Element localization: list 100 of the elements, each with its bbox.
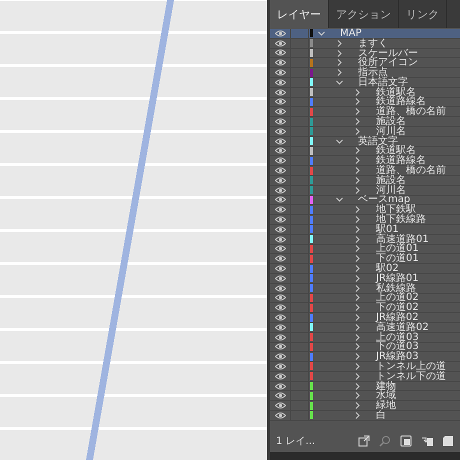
eye-icon[interactable]: [274, 245, 286, 252]
layer-row[interactable]: JR線路01: [270, 274, 460, 284]
eye-icon[interactable]: [274, 236, 286, 243]
layer-row[interactable]: 建物: [270, 382, 460, 392]
layer-row[interactable]: 施設名: [270, 117, 460, 127]
layer-row[interactable]: 下の道02: [270, 303, 460, 314]
eye-icon[interactable]: [274, 78, 286, 86]
eye-icon[interactable]: [274, 206, 286, 214]
chevron-right-icon[interactable]: [354, 304, 361, 312]
eye-icon[interactable]: [274, 108, 286, 116]
layer-row[interactable]: JR線路03: [270, 352, 460, 362]
layer-row[interactable]: 下の道01: [270, 254, 460, 264]
eye-icon[interactable]: [274, 353, 286, 360]
layer-row[interactable]: スケールバー: [270, 48, 460, 58]
chevron-right-icon[interactable]: [354, 128, 361, 135]
eye-icon[interactable]: [274, 138, 286, 145]
eye-icon[interactable]: [274, 343, 286, 350]
chevron-right-icon[interactable]: [354, 226, 361, 233]
chevron-right-icon[interactable]: [354, 255, 361, 262]
chevron-right-icon[interactable]: [354, 176, 361, 184]
eye-icon[interactable]: [274, 392, 286, 400]
chevron-right-icon[interactable]: [336, 50, 343, 56]
chevron-right-icon[interactable]: [354, 236, 361, 243]
chevron-right-icon[interactable]: [354, 118, 361, 126]
eye-icon[interactable]: [274, 255, 286, 262]
chevron-right-icon[interactable]: [354, 265, 361, 272]
chevron-right-icon[interactable]: [354, 284, 361, 292]
chevron-right-icon[interactable]: [354, 314, 361, 322]
eye-icon[interactable]: [274, 147, 286, 154]
eye-icon[interactable]: [274, 402, 286, 410]
eye-icon[interactable]: [274, 196, 286, 204]
eye-icon[interactable]: [274, 167, 286, 174]
layer-row[interactable]: 指示点: [270, 68, 460, 78]
chevron-right-icon[interactable]: [336, 40, 343, 47]
layer-row[interactable]: ますく: [270, 38, 460, 49]
chevron-down-icon[interactable]: [336, 196, 343, 204]
export-icon[interactable]: [358, 435, 370, 447]
move-layer-icon[interactable]: [421, 435, 433, 447]
eye-icon[interactable]: [274, 176, 286, 184]
layer-row[interactable]: 高速道路02: [270, 322, 460, 333]
chevron-right-icon[interactable]: [354, 88, 361, 96]
layer-row[interactable]: 上の道01: [270, 244, 460, 254]
chevron-right-icon[interactable]: [354, 402, 361, 410]
chevron-right-icon[interactable]: [354, 392, 361, 400]
eye-icon[interactable]: [274, 88, 286, 96]
chevron-right-icon[interactable]: [336, 59, 343, 66]
chevron-right-icon[interactable]: [354, 363, 361, 370]
chevron-right-icon[interactable]: [354, 294, 361, 302]
layer-row[interactable]: 日本語文字: [270, 78, 460, 88]
eye-icon[interactable]: [274, 304, 286, 312]
chevron-right-icon[interactable]: [354, 216, 361, 224]
chevron-right-icon[interactable]: [354, 274, 361, 282]
layer-row[interactable]: 白: [270, 411, 460, 421]
eye-icon[interactable]: [274, 324, 286, 331]
eye-icon[interactable]: [274, 294, 286, 302]
chevron-right-icon[interactable]: [354, 157, 361, 164]
eye-icon[interactable]: [274, 128, 286, 135]
chevron-right-icon[interactable]: [354, 343, 361, 350]
chevron-right-icon[interactable]: [354, 412, 361, 419]
eye-icon[interactable]: [274, 40, 286, 47]
layer-row[interactable]: 緑地: [270, 401, 460, 412]
eye-icon[interactable]: [274, 412, 286, 419]
chevron-right-icon[interactable]: [354, 147, 361, 154]
chevron-right-icon[interactable]: [354, 98, 361, 106]
layer-row[interactable]: 駅02: [270, 264, 460, 274]
eye-icon[interactable]: [274, 118, 286, 126]
eye-icon[interactable]: [274, 186, 286, 194]
layer-row[interactable]: 私鉄線路: [270, 284, 460, 294]
chevron-right-icon[interactable]: [354, 334, 361, 341]
layer-row[interactable]: トンネル下の道: [270, 372, 460, 382]
eye-icon[interactable]: [274, 226, 286, 233]
chevron-right-icon[interactable]: [354, 372, 361, 380]
eye-icon[interactable]: [274, 265, 286, 272]
chevron-down-icon[interactable]: [336, 78, 343, 86]
eye-icon[interactable]: [274, 216, 286, 224]
layer-row[interactable]: 上の道03: [270, 332, 460, 342]
layer-row[interactable]: 鉄道路線名: [270, 156, 460, 166]
chevron-right-icon[interactable]: [354, 324, 361, 331]
layer-row[interactable]: 鉄道路線名: [270, 98, 460, 108]
chevron-right-icon[interactable]: [354, 206, 361, 214]
panel-tab[interactable]: レイヤー: [270, 0, 329, 28]
chevron-right-icon[interactable]: [354, 382, 361, 390]
eye-icon[interactable]: [274, 30, 286, 37]
eye-icon[interactable]: [274, 274, 286, 282]
chevron-right-icon[interactable]: [354, 353, 361, 360]
eye-icon[interactable]: [274, 59, 286, 66]
layer-row[interactable]: 鉄道駅名: [270, 146, 460, 156]
eye-icon[interactable]: [274, 382, 286, 390]
layer-row[interactable]: 施設名: [270, 176, 460, 186]
eye-icon[interactable]: [274, 362, 286, 370]
layer-row[interactable]: 水域: [270, 391, 460, 402]
layer-row[interactable]: 上の道02: [270, 294, 460, 304]
chevron-right-icon[interactable]: [354, 108, 361, 116]
eye-icon[interactable]: [274, 314, 286, 321]
layer-row[interactable]: トンネル上の道: [270, 362, 460, 372]
layer-row[interactable]: 下の道03: [270, 342, 460, 352]
eye-icon[interactable]: [274, 98, 286, 106]
layer-row[interactable]: 河川名: [270, 126, 460, 137]
new-layer-icon[interactable]: [442, 435, 454, 447]
chevron-right-icon[interactable]: [336, 69, 343, 76]
